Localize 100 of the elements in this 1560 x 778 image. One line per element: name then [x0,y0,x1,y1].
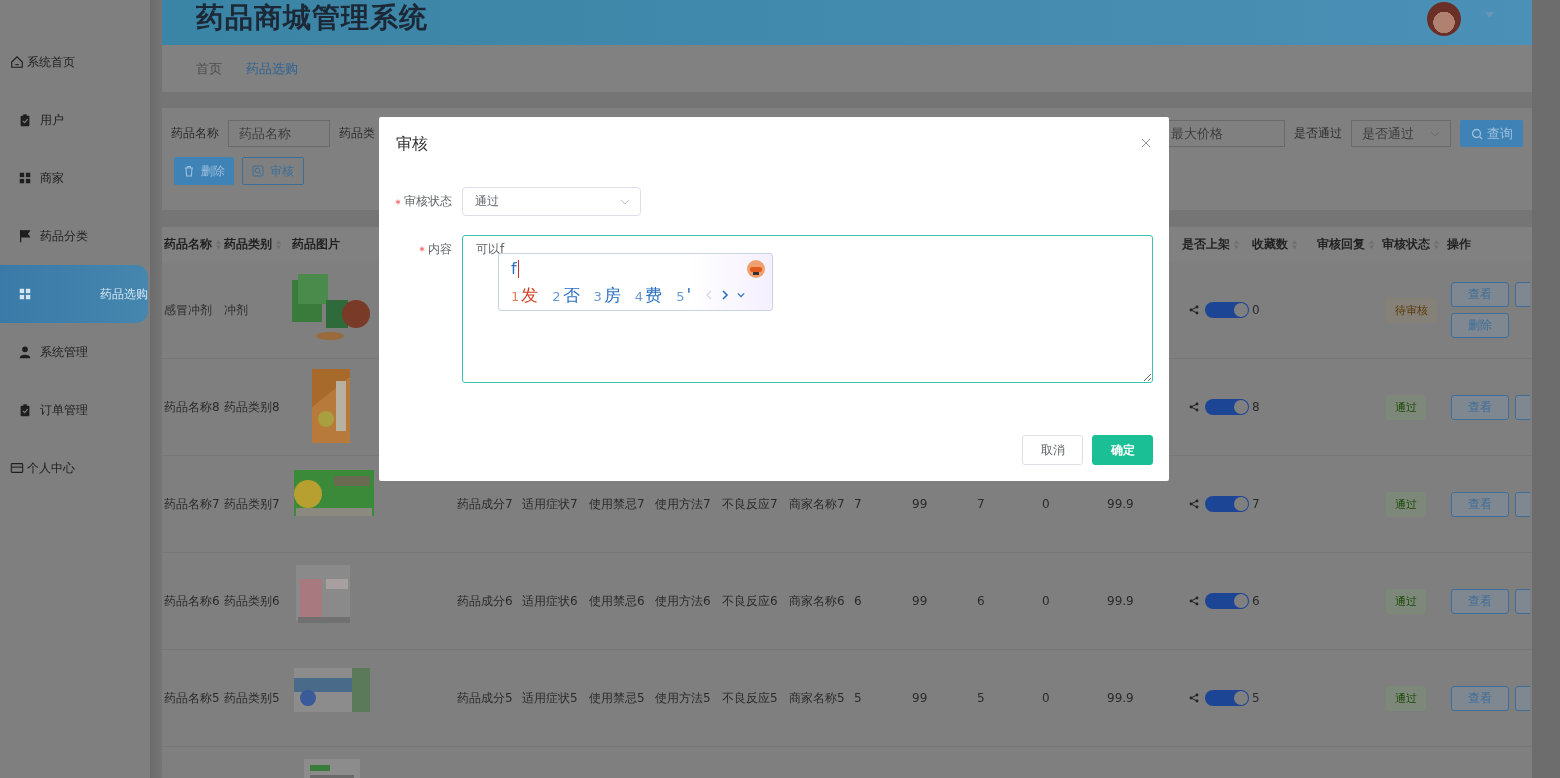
table-cell: 7 [977,497,985,511]
table-cell: 5 [854,691,862,705]
table-cell: 药品类别7 [224,495,280,513]
status-tag: 待审核 [1386,297,1437,323]
sidebar-item[interactable]: 药品分类 [0,207,150,265]
sidebar-item[interactable]: 订单管理 [0,381,150,439]
ime-candidate[interactable]: 2 否 [552,283,580,307]
status-tag: 通过 [1386,491,1426,517]
app-title: 药品商城管理系统 [196,0,429,36]
cancel-button[interactable]: 取消 [1022,435,1083,465]
query-button[interactable]: 查询 [1460,120,1523,147]
column-header[interactable]: 审核状态 [1380,227,1445,262]
field-label: 审核状态 [404,193,452,210]
table-cell: 0 [1252,303,1260,317]
field-label: 药品类 [339,125,375,142]
table-cell: 99.9 [1107,691,1134,705]
table-cell: 药品类别8 [224,398,280,416]
prev-page-icon[interactable] [705,290,714,300]
table-cell: 99.9 [1107,594,1134,608]
sidebar-item[interactable]: 系统管理 [0,323,150,381]
table-cell: 药品成分5 [457,689,513,707]
column-header[interactable]: 审核回复 [1315,227,1380,262]
column-header[interactable]: 收藏数 [1250,227,1315,262]
table-cell: 药品名称7 [164,495,220,513]
table-cell: 药品成分6 [457,592,513,610]
share-icon[interactable] [1189,596,1199,606]
person-icon [18,345,32,359]
status-tag: 通过 [1386,394,1426,420]
ime-candidate[interactable]: 1 发 [511,283,539,307]
column-header[interactable]: 操作 [1445,227,1530,262]
column-header[interactable]: 药品名称 [162,227,222,262]
table-cell: 6 [1252,594,1260,608]
status-tag: 通过 [1386,685,1426,711]
table-cell: 适用症状7 [522,495,578,513]
table-cell: 使用方法7 [655,495,711,513]
column-header[interactable]: 药品类别 [222,227,290,262]
home-icon [10,55,24,69]
table-cell: 99 [912,497,928,511]
table-cell: 适用症状6 [522,592,578,610]
column-header[interactable]: 是否上架 [1180,227,1250,262]
table-cell: 使用禁忌6 [589,592,645,610]
table-cell: 商家名称6 [789,592,845,610]
table-cell: 商家名称7 [789,495,845,513]
search-icon [1470,127,1483,140]
ime-candidate[interactable]: 3 房 [593,283,621,307]
table-cell: 药品名称6 [164,592,220,610]
sidebar-item[interactable]: 药品选购 [0,265,148,323]
sidebar-item[interactable]: 用户 [0,91,150,149]
table-cell: 99 [912,691,928,705]
close-icon[interactable] [1141,137,1151,148]
status-select[interactable]: 通过 [462,187,641,216]
search-icon [252,165,264,177]
share-icon[interactable] [1189,305,1199,315]
share-icon[interactable] [1189,402,1199,412]
table-cell: 7 [854,497,862,511]
avatar[interactable] [1427,1,1461,36]
table-cell: 7 [1252,497,1260,511]
clipboard-icon [18,403,32,417]
toggle-switch[interactable] [1205,496,1249,512]
next-page-icon[interactable] [721,290,730,300]
table-cell: 药品类别5 [224,689,280,707]
ime-candidate[interactable]: 4 费 [634,283,663,307]
ime-candidate[interactable]: 5' [676,285,692,305]
sidebar-item[interactable]: 系统首页 [0,33,150,91]
table-cell: 药品名称5 [164,689,220,707]
field-label: 是否通过 [1294,125,1342,142]
dialog-title: 审核 [396,134,428,155]
table-cell: 使用禁忌5 [589,689,645,707]
toolbar-button[interactable]: 删除 [174,157,234,185]
ime-composition: f [511,259,519,278]
status-tag: 通过 [1386,588,1426,614]
ime-status-icon[interactable] [746,258,766,279]
card-icon [10,461,24,475]
sidebar-item[interactable]: 商家 [0,149,150,207]
chevron-down-icon [620,198,630,205]
sidebar-item[interactable]: 个人中心 [0,439,150,497]
toggle-switch[interactable] [1205,399,1249,415]
grid-icon [18,171,32,185]
toggle-switch[interactable] [1205,302,1249,318]
share-icon[interactable] [1189,499,1199,509]
share-icon[interactable] [1189,693,1199,703]
table-cell: 99.9 [1107,497,1134,511]
pass-select[interactable]: 是否通过 [1351,120,1451,147]
table-cell: 99 [912,594,928,608]
name-field[interactable]: 药品名称 [228,120,330,147]
table-cell: 8 [1252,400,1260,414]
table-cell: 不良反应7 [722,495,778,513]
clipboard-icon [18,113,32,127]
toggle-switch[interactable] [1205,690,1249,706]
table-cell: 不良反应5 [722,689,778,707]
table-cell: 0 [1042,497,1050,511]
expand-icon[interactable] [737,290,746,300]
flag-icon [18,229,32,243]
table-cell: 商家名称5 [789,689,845,707]
table-cell: 5 [977,691,985,705]
table-cell: 0 [1042,691,1050,705]
toggle-switch[interactable] [1205,593,1249,609]
confirm-button[interactable]: 确定 [1092,435,1153,465]
table-cell: 感冒冲剂 [164,301,212,319]
table-cell: 使用禁忌7 [589,495,645,513]
